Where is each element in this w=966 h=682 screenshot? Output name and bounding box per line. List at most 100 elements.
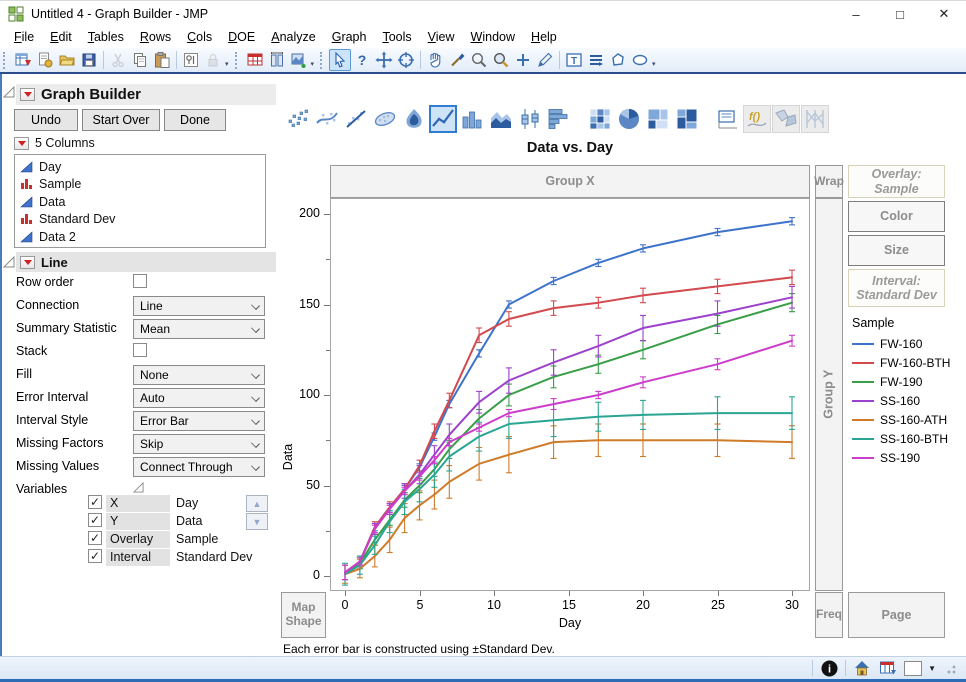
gallery-pie-icon[interactable] — [615, 105, 643, 133]
error-interval-select[interactable]: Auto — [133, 388, 265, 408]
interval-zone[interactable]: Interval: Standard Dev — [848, 269, 945, 307]
legend-item-fw-160[interactable]: FW-160 — [852, 334, 962, 353]
outline-disclosure-icon[interactable] — [3, 86, 15, 98]
menu-analyze[interactable]: Analyze — [263, 28, 323, 46]
start-over-button[interactable]: Start Over — [82, 109, 160, 131]
legend-item-ss-160-ath[interactable]: SS-160-ATH — [852, 410, 962, 429]
color-swatch[interactable] — [904, 660, 923, 676]
text-box-icon[interactable]: T — [563, 49, 585, 71]
done-button[interactable]: Done — [164, 109, 226, 131]
missing-factors-select[interactable]: Skip — [133, 434, 265, 454]
var-checkbox-y[interactable]: ✓ — [88, 513, 102, 527]
gallery-formula-icon[interactable]: f() — [743, 105, 771, 133]
toolbar-overflow-icon[interactable]: ▾ — [225, 60, 229, 68]
gallery-heatmap-icon[interactable] — [586, 105, 614, 133]
menu-doe[interactable]: DOE — [220, 28, 263, 46]
var-checkbox-overlay[interactable]: ✓ — [88, 531, 102, 545]
brush-icon[interactable] — [446, 49, 468, 71]
toolbar-overflow-icon[interactable]: ▾ — [311, 60, 315, 68]
gallery-treemap-icon[interactable] — [644, 105, 672, 133]
window-table-icon[interactable] — [878, 658, 898, 678]
swatch-dropdown-arrow-icon[interactable]: ▼ — [928, 664, 936, 673]
target-icon[interactable] — [395, 49, 417, 71]
new-journal-icon[interactable] — [12, 49, 34, 71]
wrap-zone[interactable]: Wrap — [814, 165, 844, 198]
hand-icon[interactable] — [424, 49, 446, 71]
lines-icon[interactable] — [585, 49, 607, 71]
cut-icon[interactable] — [107, 49, 129, 71]
interval-style-select[interactable]: Error Bar — [133, 411, 265, 431]
column-info-icon[interactable] — [266, 49, 288, 71]
minimize-button[interactable]: – — [834, 1, 878, 27]
new-script-icon[interactable] — [34, 49, 56, 71]
gallery-map-shapes-icon[interactable] — [772, 105, 800, 133]
gallery-contour-icon[interactable] — [400, 105, 428, 133]
column-item-day[interactable]: Day — [20, 158, 265, 176]
freq-zone[interactable]: Freq — [815, 592, 843, 638]
gallery-mosaic-icon[interactable] — [673, 105, 701, 133]
toolbar-grip[interactable] — [234, 51, 240, 69]
overlay-zone[interactable]: Overlay: Sample — [848, 165, 945, 198]
columns-red-triangle-icon[interactable] — [14, 137, 29, 150]
help-icon[interactable]: ? — [351, 49, 373, 71]
column-item-sample[interactable]: Sample — [20, 176, 265, 194]
close-button[interactable]: ✕ — [922, 1, 966, 27]
menu-graph[interactable]: Graph — [324, 28, 375, 46]
lock-icon[interactable] — [202, 49, 224, 71]
legend-item-ss-160[interactable]: SS-160 — [852, 391, 962, 410]
magnifier-icon[interactable] — [490, 49, 512, 71]
legend-item-ss-190[interactable]: SS-190 — [852, 448, 962, 467]
menu-file[interactable]: File — [6, 28, 42, 46]
gallery-parallel-icon[interactable] — [801, 105, 829, 133]
maximize-button[interactable]: □ — [878, 1, 922, 27]
fill-select[interactable]: None — [133, 365, 265, 385]
home-icon[interactable] — [852, 658, 872, 678]
move-down-button[interactable]: ▼ — [246, 513, 268, 530]
menu-edit[interactable]: Edit — [42, 28, 80, 46]
line-disclosure-icon[interactable] — [3, 256, 15, 268]
size-zone[interactable]: Size — [848, 235, 945, 266]
gallery-ellipse-icon[interactable] — [371, 105, 399, 133]
gallery-line-icon[interactable] — [429, 105, 457, 133]
gallery-line-of-fit-icon[interactable] — [342, 105, 370, 133]
pencil-icon[interactable] — [534, 49, 556, 71]
open-icon[interactable] — [56, 49, 78, 71]
plot-area[interactable] — [330, 198, 810, 591]
var-checkbox-interval[interactable]: ✓ — [88, 549, 102, 563]
column-item-data[interactable]: Data — [20, 193, 265, 211]
oval-icon[interactable] — [629, 49, 651, 71]
line-red-triangle-icon[interactable] — [20, 255, 35, 269]
gallery-histogram-icon[interactable] — [545, 105, 573, 133]
column-item-data-2[interactable]: Data 2 — [20, 228, 265, 246]
move-icon[interactable] — [373, 49, 395, 71]
menu-tools[interactable]: Tools — [374, 28, 419, 46]
legend-item-fw-190[interactable]: FW-190 — [852, 372, 962, 391]
color-zone[interactable]: Color — [848, 201, 945, 232]
var-checkbox-x[interactable]: ✓ — [88, 495, 102, 509]
column-item-standard-dev[interactable]: Standard Dev — [20, 211, 265, 229]
connection-select[interactable]: Line — [133, 296, 265, 316]
gallery-smoother-icon[interactable] — [313, 105, 341, 133]
crosshair-icon[interactable] — [512, 49, 534, 71]
resize-grip[interactable] — [946, 662, 956, 674]
gallery-bar-icon[interactable] — [458, 105, 486, 133]
variables-disclosure-icon[interactable] — [133, 482, 144, 493]
gallery-points-icon[interactable] — [284, 105, 312, 133]
missing-values-select[interactable]: Connect Through — [133, 457, 265, 477]
lasso-icon[interactable] — [468, 49, 490, 71]
undo-button[interactable]: Undo — [14, 109, 78, 131]
stack-checkbox[interactable] — [133, 343, 147, 357]
row-order-checkbox[interactable] — [133, 274, 147, 288]
toolbar-grip[interactable] — [320, 51, 325, 69]
toolbar-grip[interactable] — [3, 51, 8, 69]
menu-tables[interactable]: Tables — [80, 28, 132, 46]
toolbar-overflow-icon[interactable]: ▾ — [652, 60, 656, 68]
group-x-zone[interactable]: Group X — [330, 165, 810, 198]
gallery-area-icon[interactable] — [487, 105, 515, 133]
save-icon[interactable] — [78, 49, 100, 71]
properties-icon[interactable] — [180, 49, 202, 71]
polygon-icon[interactable] — [607, 49, 629, 71]
menu-help[interactable]: Help — [523, 28, 565, 46]
page-zone[interactable]: Page — [848, 592, 945, 638]
menu-window[interactable]: Window — [463, 28, 523, 46]
